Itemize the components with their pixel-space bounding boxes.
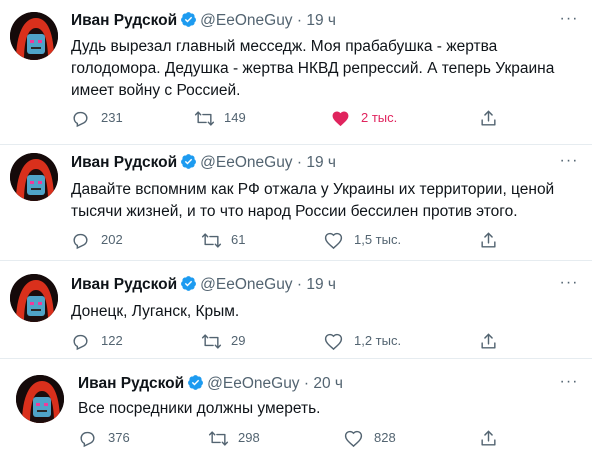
action-bar: 122 29 1,2 тыс.: [71, 331, 511, 351]
tweet-1[interactable]: Иван Рудской @EeOneGuy · 19 ч ··· Дудь вы…: [0, 0, 592, 144]
avatar[interactable]: [10, 12, 58, 60]
tweet-text: Все посредники должны умереть.: [78, 398, 583, 420]
author-name[interactable]: Иван Рудской: [71, 12, 177, 29]
author-name[interactable]: Иван Рудской: [71, 154, 177, 171]
author-handle[interactable]: @EeOneGuy: [200, 276, 292, 293]
like-icon: [324, 232, 343, 250]
like-icon: [344, 430, 363, 448]
reply-icon: [80, 431, 95, 448]
tweet-4[interactable]: Иван Рудской @EeOneGuy · 20 ч ··· Все пос…: [0, 359, 592, 456]
verified-badge-icon: [180, 11, 197, 35]
retweet-icon: [208, 431, 229, 446]
retweet-icon: [201, 233, 222, 248]
tweet-text-line: имеет войну с Россией.: [71, 82, 241, 99]
separator-dot: ·: [296, 12, 303, 29]
timestamp[interactable]: 20 ч: [313, 375, 343, 392]
like-icon: [332, 111, 349, 127]
share-icon: [481, 232, 496, 248]
retweet-count: 298: [238, 430, 260, 445]
action-bar: 376 298 828: [78, 428, 508, 448]
tweet-3[interactable]: Иван Рудской @EeOneGuy · 19 ч ··· Донецк,…: [0, 261, 592, 358]
separator-dot: ·: [303, 375, 310, 392]
reply-count: 376: [108, 430, 130, 445]
reply-icon: [73, 334, 88, 351]
separator-dot: ·: [296, 276, 303, 293]
more-options-icon[interactable]: ···: [558, 11, 580, 30]
like-count: 2 тыс.: [361, 110, 398, 125]
tweet-text: Давайте вспомним как РФ отжала у Украины…: [71, 179, 576, 223]
tweet-text-line: тысячи жизней, и то что народ России бес…: [71, 203, 518, 220]
tweet-text-line: Дудь вырезал главный месседж. Моя прабаб…: [71, 38, 498, 55]
share-icon: [481, 333, 496, 349]
tweet-text-line: Донецк, Луганск, Крым.: [71, 303, 240, 320]
reply-count: 202: [101, 232, 123, 247]
avatar[interactable]: [16, 375, 64, 423]
share-icon: [481, 430, 496, 446]
more-options-icon[interactable]: ···: [558, 275, 580, 294]
avatar[interactable]: [10, 153, 58, 201]
reply-icon: [73, 111, 88, 128]
author-handle[interactable]: @EeOneGuy: [207, 375, 299, 392]
timestamp[interactable]: 19 ч: [306, 12, 336, 29]
timestamp[interactable]: 19 ч: [306, 154, 336, 171]
verified-badge-icon: [187, 374, 204, 398]
like-count: 1,5 тыс.: [354, 232, 402, 247]
tweet-2[interactable]: Иван Рудской @EeOneGuy · 19 ч ··· Давайте…: [0, 145, 592, 260]
tweet-text-line: голодомора. Дедушка - жертва НКВД репрес…: [71, 60, 555, 77]
avatar-image: [16, 375, 64, 423]
like-icon: [324, 333, 343, 351]
retweet-icon: [194, 111, 215, 126]
reply-count: 122: [101, 333, 123, 348]
more-options-icon[interactable]: ···: [558, 374, 580, 393]
reply-icon: [73, 233, 88, 250]
author-handle[interactable]: @EeOneGuy: [200, 12, 292, 29]
retweet-count: 61: [231, 232, 246, 247]
tweet-text-line: Давайте вспомним как РФ отжала у Украины…: [71, 181, 555, 198]
avatar-image: [10, 274, 58, 322]
action-bar: 231 149 2 тыс.: [71, 108, 511, 128]
like-count: 828: [374, 430, 396, 445]
timestamp[interactable]: 19 ч: [306, 276, 336, 293]
avatar[interactable]: [10, 274, 58, 322]
like-count: 1,2 тыс.: [354, 333, 402, 348]
verified-badge-icon: [180, 275, 197, 299]
author-name[interactable]: Иван Рудской: [78, 375, 184, 392]
avatar-image: [10, 153, 58, 201]
tweet-text-line: Все посредники должны умереть.: [78, 400, 321, 417]
retweet-count: 149: [224, 110, 246, 125]
retweet-icon: [201, 334, 222, 349]
author-handle[interactable]: @EeOneGuy: [200, 154, 292, 171]
retweet-count: 29: [231, 333, 246, 348]
share-icon: [481, 110, 496, 126]
more-options-icon[interactable]: ···: [558, 153, 580, 172]
reply-count: 231: [101, 110, 123, 125]
author-name[interactable]: Иван Рудской: [71, 276, 177, 293]
tweet-text: Дудь вырезал главный месседж. Моя прабаб…: [71, 36, 576, 102]
action-bar: 202 61 1,5 тыс.: [71, 230, 511, 250]
verified-badge-icon: [180, 153, 197, 177]
tweet-text: Донецк, Луганск, Крым.: [71, 301, 576, 323]
separator-dot: ·: [296, 154, 303, 171]
avatar-image: [10, 12, 58, 60]
